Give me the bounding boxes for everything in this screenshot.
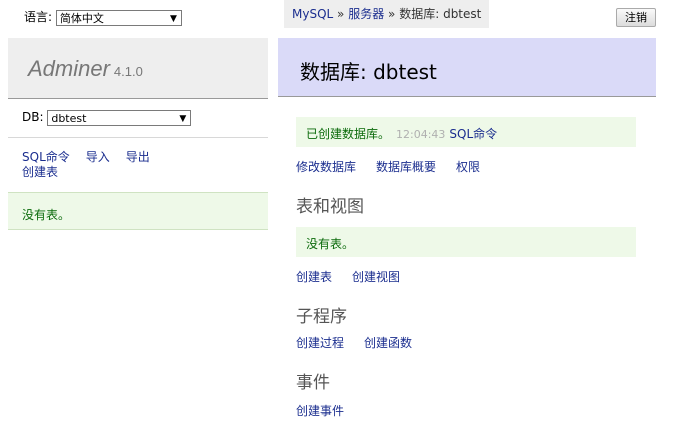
routine-actions: 创建过程 创建函数 xyxy=(296,334,432,351)
breadcrumb-sep: » xyxy=(337,7,345,21)
table-actions: 创建表 创建视图 xyxy=(296,268,420,285)
database-schema-link[interactable]: 数据库概要 xyxy=(376,160,436,174)
create-table-link[interactable]: 创建表 xyxy=(296,270,332,284)
db-value: dbtest xyxy=(51,111,87,125)
tables-heading: 表和视图 xyxy=(296,197,364,217)
sql-command-link[interactable]: SQL命令 xyxy=(22,150,70,164)
logout-button[interactable]: 注销 xyxy=(616,8,656,27)
events-heading: 事件 xyxy=(296,373,330,393)
create-event-link[interactable]: 创建事件 xyxy=(296,404,344,418)
export-link[interactable]: 导出 xyxy=(126,150,150,164)
db-actions: 修改数据库 数据库概要 权限 xyxy=(296,158,500,175)
page-title: 数据库: dbtest xyxy=(300,60,437,84)
logo-bar: Adminer 4.1.0 xyxy=(8,38,268,99)
chevron-down-icon: ▼ xyxy=(169,13,177,24)
create-function-link[interactable]: 创建函数 xyxy=(364,336,412,350)
divider xyxy=(8,137,268,138)
chevron-down-icon: ▼ xyxy=(179,113,187,124)
event-actions: 创建事件 xyxy=(296,402,364,419)
breadcrumb: MySQL » 服务器 » 数据库: dbtest xyxy=(284,0,490,28)
breadcrumb-sep: » xyxy=(388,7,396,21)
breadcrumb-current: 数据库: dbtest xyxy=(399,7,482,21)
language-select[interactable]: 简体中文 ▼ xyxy=(55,9,182,26)
breadcrumb-server[interactable]: 服务器 xyxy=(348,7,384,21)
db-label: DB: xyxy=(22,110,44,124)
breadcrumb-mysql[interactable]: MySQL xyxy=(292,7,333,21)
db-select[interactable]: dbtest ▼ xyxy=(47,109,192,126)
language-label: 语言: xyxy=(24,10,53,24)
tables-message: 没有表。 xyxy=(296,227,636,257)
create-view-link[interactable]: 创建视图 xyxy=(352,270,400,284)
logo-name: Adminer xyxy=(28,56,110,81)
left-links: SQL命令 导入 导出 创建表 xyxy=(22,150,166,180)
privileges-link[interactable]: 权限 xyxy=(456,160,480,174)
alter-database-link[interactable]: 修改数据库 xyxy=(296,160,356,174)
success-text: 已创建数据库。 xyxy=(306,127,391,141)
create-procedure-link[interactable]: 创建过程 xyxy=(296,336,344,350)
title-bar: 数据库: dbtest xyxy=(278,38,656,97)
import-link[interactable]: 导入 xyxy=(86,150,110,164)
message-time: 12:04:43 xyxy=(396,128,446,141)
language-row: 语言: 简体中文 ▼ xyxy=(24,8,182,26)
left-message: 没有表。 xyxy=(8,192,268,230)
no-tables-text: 没有表。 xyxy=(306,237,355,251)
language-value: 简体中文 xyxy=(59,11,104,25)
create-table-link[interactable]: 创建表 xyxy=(22,165,58,179)
sql-command-link[interactable]: SQL命令 xyxy=(449,127,497,141)
logo-version: 4.1.0 xyxy=(113,64,143,79)
routines-heading: 子程序 xyxy=(296,307,347,327)
success-message: 已创建数据库。 12:04:43 SQL命令 xyxy=(296,117,636,147)
no-tables-text: 没有表。 xyxy=(22,208,71,222)
db-row: DB: dbtest ▼ xyxy=(22,108,192,126)
logo[interactable]: Adminer 4.1.0 xyxy=(28,56,143,82)
